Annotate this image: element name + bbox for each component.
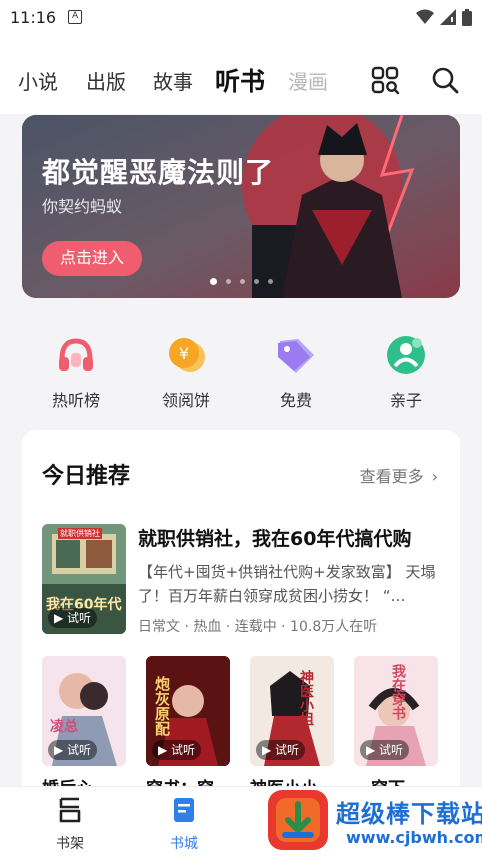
svg-text:¥: ¥ [179, 344, 189, 363]
banner-pagination [210, 278, 273, 285]
wifi-icon [416, 9, 434, 24]
grid-book-cover[interactable]: 炮灰原配 ▶ 试听 [146, 656, 230, 766]
banner-subtitle: 你契约蚂蚁 [42, 197, 123, 216]
bookshelf-icon [59, 797, 81, 823]
signal-icon [440, 9, 456, 25]
see-more-link[interactable]: 查看更多 › [360, 463, 438, 487]
status-bar: 11:16 A [0, 0, 482, 34]
tab-label: 书架 [56, 836, 84, 852]
grid-book-cover[interactable]: 凌总 ▶ 试听 [42, 656, 126, 766]
watermark-url: www.cjbwh.com [346, 828, 482, 847]
banner-dot[interactable] [254, 279, 259, 284]
cover-title: 凌总 [50, 719, 78, 735]
grid-apps-icon[interactable] [370, 65, 400, 95]
featured-book-desc: 【年代+囤货+供销社代购+发家致富】 天塌了！百万年薪白领穿成贫困小捞女！ “… [138, 563, 436, 605]
banner-dot[interactable] [210, 278, 217, 285]
bookstore-icon [174, 798, 194, 822]
quick-entry-label: 领阅饼 [161, 391, 210, 410]
try-label: 试听 [67, 743, 92, 757]
grid-try-button[interactable]: ▶ 试听 [360, 740, 410, 760]
grid-book-cover[interactable]: 神医小姐 ▶ 试听 [250, 656, 334, 766]
tab-bookstore[interactable]: 书城 [154, 795, 214, 853]
watermark-title: 超级棒下载站 [336, 800, 482, 828]
try-label: 试听 [275, 743, 300, 757]
headphone-icon [59, 338, 93, 371]
download-logo-icon [276, 798, 320, 842]
see-more-label: 查看更多 [359, 467, 424, 486]
cover-title: 炮灰原配 [153, 676, 171, 736]
quick-entry-hot-list[interactable]: 热听榜 [26, 333, 126, 411]
featured-book-cover[interactable]: 就职供销社 我在60年代 ▶ 试听 [42, 524, 126, 634]
grid-try-button[interactable]: ▶ 试听 [256, 740, 306, 760]
watermark: 超级棒下载站 www.cjbwh.com [268, 784, 482, 856]
battery-icon [462, 8, 472, 26]
quick-entry-label: 热听榜 [51, 391, 100, 410]
grid-book-cover[interactable]: 我在穿书 ▶ 试听 [354, 656, 438, 766]
family-icon [387, 336, 425, 374]
banner-dot[interactable] [226, 279, 231, 284]
quick-entry-family[interactable]: 亲子 [356, 333, 456, 411]
promo-banner[interactable]: 都觉醒恶魔法则了 你契约蚂蚁 点击进入 [22, 115, 460, 298]
tab-audiobook[interactable]: 听书 [215, 62, 265, 98]
top-navigation: 小说 出版 故事 听书 漫画 [0, 34, 482, 114]
tab-bookshelf[interactable]: 书架 [40, 795, 100, 853]
featured-book-meta: 日常文 · 热血 · 连载中 · 10.8万人在听 [138, 619, 378, 635]
coin-icon: ¥ [169, 338, 205, 372]
status-right [416, 8, 472, 26]
tab-novel[interactable]: 小说 [18, 66, 58, 95]
tab-story[interactable]: 故事 [153, 66, 193, 95]
featured-try-button[interactable]: ▶ 试听 [48, 608, 98, 628]
tab-label: 书城 [170, 836, 198, 852]
banner-enter-button[interactable]: 点击进入 [42, 241, 142, 276]
banner-title: 都觉醒恶魔法则了 [42, 156, 275, 189]
tab-comic[interactable]: 漫画 [288, 66, 328, 95]
banner-dot[interactable] [268, 279, 273, 284]
cover-badge: 就职供销社 [58, 528, 102, 539]
quick-entry-label: 亲子 [389, 391, 422, 410]
cover-title: 神医小姐 [298, 670, 314, 726]
recommend-heading: 今日推荐 [42, 464, 131, 489]
chevron-right-icon: › [431, 467, 438, 486]
grid-try-button[interactable]: ▶ 试听 [152, 740, 202, 760]
quick-entry-label: 免费 [279, 391, 312, 410]
status-time: 11:16 [10, 7, 57, 27]
cover-title: 我在穿书 [390, 664, 406, 720]
try-label: 试听 [67, 611, 92, 625]
banner-dot[interactable] [240, 279, 245, 284]
try-label: 试听 [171, 743, 196, 757]
grid-try-button[interactable]: ▶ 试听 [48, 740, 98, 760]
featured-book-title[interactable]: 就职供销社，我在60年代搞代购 [138, 524, 448, 551]
tag-icon [278, 339, 314, 373]
quick-entry-free[interactable]: 免费 [246, 333, 346, 411]
notification-icon: A [68, 10, 83, 24]
watermark-logo [268, 790, 328, 850]
quick-entry-coins[interactable]: ¥ 领阅饼 [136, 333, 236, 411]
search-icon[interactable] [430, 65, 460, 95]
tab-publish[interactable]: 出版 [86, 66, 126, 95]
try-label: 试听 [379, 743, 404, 757]
